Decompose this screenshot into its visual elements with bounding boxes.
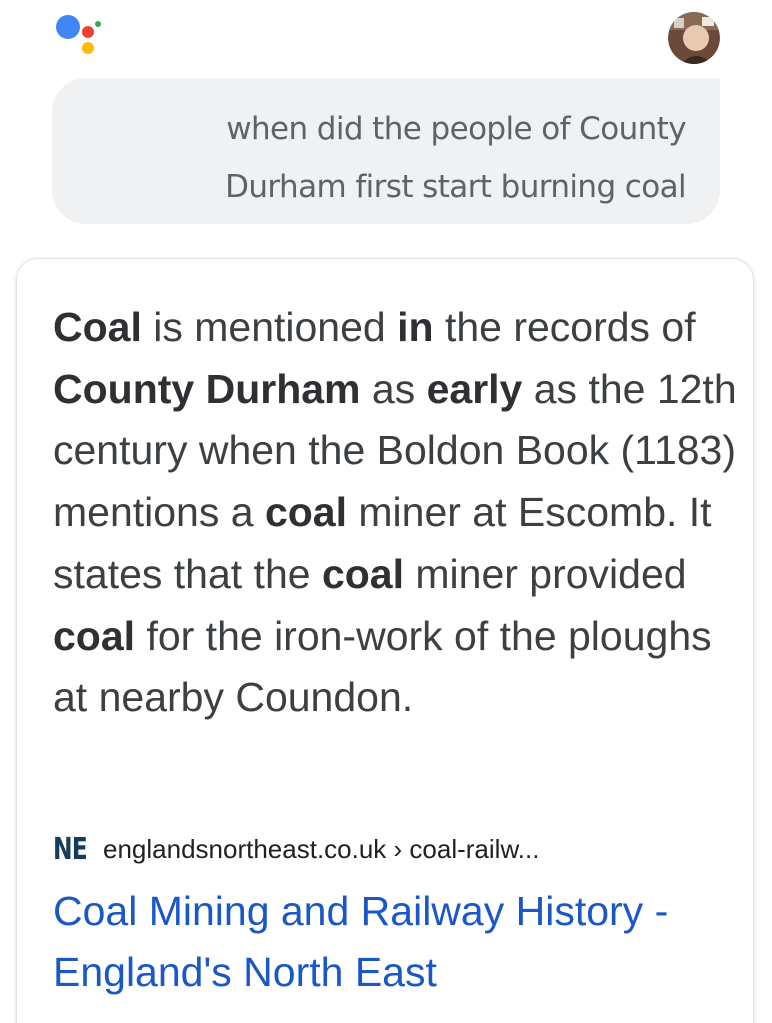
assistant-screen: when did the people of County Durham fir… bbox=[0, 0, 772, 1023]
snippet-highlight: coal bbox=[264, 489, 347, 536]
answer-snippet: Coal is mentioned in the records of Coun… bbox=[53, 297, 743, 729]
snippet-text: is mentioned bbox=[141, 304, 398, 350]
assistant-dot-blue bbox=[56, 15, 80, 39]
snippet-text: the records of bbox=[433, 304, 696, 350]
snippet-highlight: Coal bbox=[53, 304, 142, 350]
snippet-highlight: coal bbox=[321, 550, 404, 597]
query-bubble[interactable]: when did the people of County Durham fir… bbox=[52, 78, 720, 224]
snippet-highlight: coal bbox=[53, 612, 136, 659]
snippet-text: miner provided bbox=[404, 550, 687, 597]
snippet-highlight: in bbox=[397, 304, 434, 350]
user-avatar[interactable] bbox=[668, 12, 720, 64]
source-breadcrumb: englandsnortheast.co.uk › coal-railw... bbox=[103, 833, 540, 864]
snippet-text: as bbox=[360, 365, 427, 412]
google-assistant-logo-icon[interactable] bbox=[52, 12, 104, 58]
site-favicon-icon: NE bbox=[53, 831, 88, 867]
source-row[interactable]: NE englandsnortheast.co.uk › coal-railw.… bbox=[53, 829, 539, 869]
assistant-dot-yellow bbox=[82, 42, 94, 54]
snippet-highlight: County Durham bbox=[53, 365, 361, 412]
assistant-dot-red bbox=[82, 26, 94, 38]
answer-card: Coal is mentioned in the records of Coun… bbox=[16, 258, 754, 1023]
snippet-text: for the iron-work of the ploughs at near… bbox=[53, 612, 712, 721]
result-title-link[interactable]: Coal Mining and Railway History - Englan… bbox=[53, 881, 743, 1003]
assistant-dot-green bbox=[95, 21, 101, 27]
snippet-highlight: early bbox=[426, 365, 523, 412]
query-text: when did the people of County Durham fir… bbox=[225, 111, 686, 205]
